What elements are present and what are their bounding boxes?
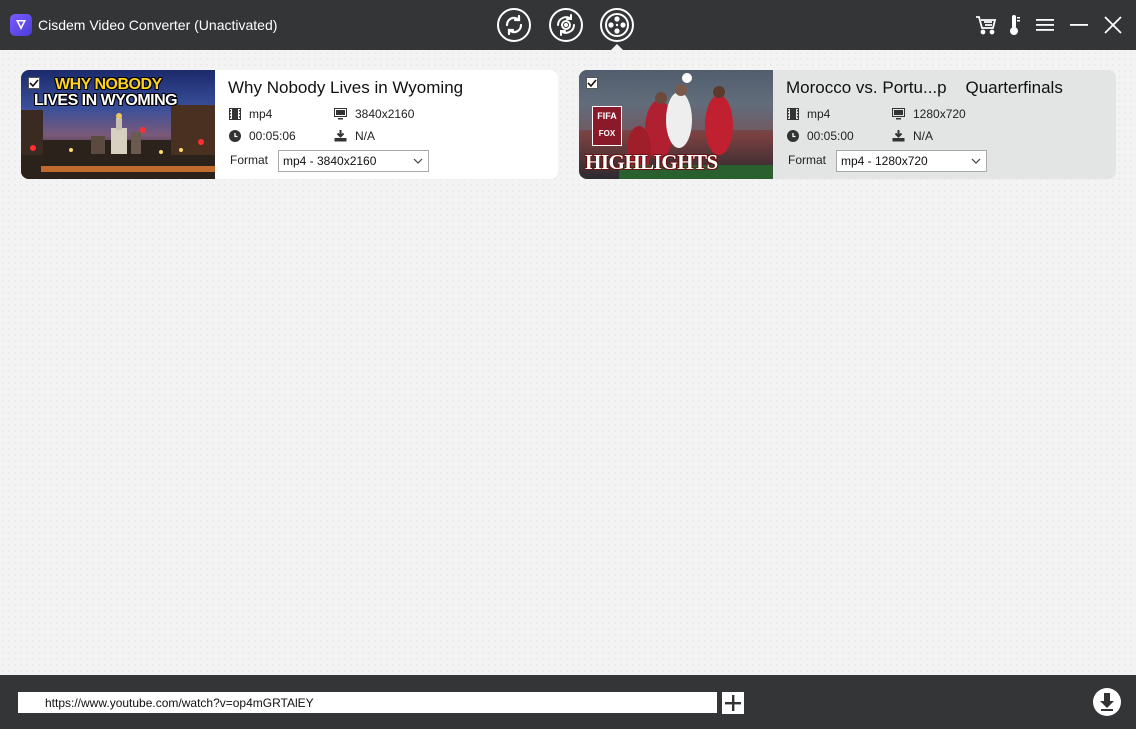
container-value: mp4 xyxy=(249,107,273,121)
container-value: mp4 xyxy=(807,107,831,121)
video-title: Morocco vs. Portu...p Quarterfinals xyxy=(786,78,1063,97)
check-icon xyxy=(29,79,39,88)
minimize-icon[interactable] xyxy=(1068,14,1090,36)
format-value: mp4 - 1280x720 xyxy=(841,154,928,168)
resolution-info: 3840x2160 xyxy=(334,107,414,121)
thermometer-icon[interactable] xyxy=(1003,14,1025,36)
video-thumbnail: WHY NOBODY LIVES IN WYOMING xyxy=(21,70,215,179)
monitor-icon xyxy=(892,108,905,120)
thumbnail-caption: HIGHLIGHTS xyxy=(585,150,718,174)
chevron-down-icon xyxy=(971,158,981,164)
container-info: mp4 xyxy=(787,107,830,121)
thumbnail-caption-line2: LIVES IN WYOMING xyxy=(34,92,178,109)
fifa-badge-text: FIFA xyxy=(597,111,617,121)
fox-badge-text: FOX xyxy=(598,129,616,138)
title-bar: Cisdem Video Converter (Unactivated) xyxy=(0,0,1136,50)
rip-mode-button[interactable] xyxy=(549,8,583,42)
bottom-bar xyxy=(0,675,1136,729)
resolution-value: 3840x2160 xyxy=(355,107,415,121)
format-dropdown[interactable]: mp4 - 3840x2160 xyxy=(278,150,429,172)
chevron-down-icon xyxy=(413,158,423,164)
fifa-badge: FIFA FOX xyxy=(592,106,622,146)
size-value: N/A xyxy=(355,129,376,143)
size-value: N/A xyxy=(913,129,934,143)
clock-icon xyxy=(787,130,799,142)
url-input[interactable] xyxy=(18,692,717,713)
duration-value: 00:05:06 xyxy=(249,129,296,143)
start-download-button[interactable] xyxy=(1093,688,1121,716)
download-mode-button[interactable] xyxy=(600,8,634,42)
add-url-button[interactable] xyxy=(722,692,744,714)
size-info: N/A xyxy=(334,129,375,143)
resolution-info: 1280x720 xyxy=(892,107,966,121)
video-title: Why Nobody Lives in Wyoming xyxy=(228,78,464,97)
container-info: mp4 xyxy=(229,107,272,121)
menu-icon[interactable] xyxy=(1034,14,1056,36)
select-checkbox[interactable] xyxy=(586,77,598,89)
duration-info: 00:05:00 xyxy=(787,129,854,143)
convert-icon xyxy=(505,14,523,36)
convert-mode-button[interactable] xyxy=(497,8,531,42)
app-title: Cisdem Video Converter (Unactivated) xyxy=(38,17,278,33)
app-logo-icon xyxy=(10,14,32,36)
clock-icon xyxy=(229,130,241,142)
video-list-area: WHY NOBODY LIVES IN WYOMING Why Nobody L… xyxy=(0,50,1136,675)
format-dropdown[interactable]: mp4 - 1280x720 xyxy=(836,150,987,172)
monitor-icon xyxy=(334,108,347,120)
size-info: N/A xyxy=(892,129,933,143)
download-small-icon xyxy=(892,130,905,142)
format-label: Format xyxy=(788,153,827,167)
select-checkbox[interactable] xyxy=(28,77,40,89)
rip-icon xyxy=(557,14,575,36)
format-value: mp4 - 3840x2160 xyxy=(283,154,377,168)
video-card[interactable]: FIFA FOX HIGHLIGHTS Morocco vs. Portu...… xyxy=(579,70,1116,179)
plus-icon xyxy=(725,695,741,711)
film-icon xyxy=(787,108,799,120)
duration-value: 00:05:00 xyxy=(807,129,854,143)
cart-icon[interactable] xyxy=(975,14,997,36)
resolution-value: 1280x720 xyxy=(913,107,966,121)
close-icon[interactable] xyxy=(1102,14,1124,36)
format-label: Format xyxy=(230,153,269,167)
download-small-icon xyxy=(334,130,347,142)
film-reel-icon xyxy=(605,13,629,37)
video-card[interactable]: WHY NOBODY LIVES IN WYOMING Why Nobody L… xyxy=(21,70,558,179)
check-icon xyxy=(587,79,597,88)
video-thumbnail: FIFA FOX HIGHLIGHTS xyxy=(579,70,773,179)
duration-info: 00:05:06 xyxy=(229,129,296,143)
film-icon xyxy=(229,108,241,120)
download-arrow-icon xyxy=(1100,693,1114,711)
